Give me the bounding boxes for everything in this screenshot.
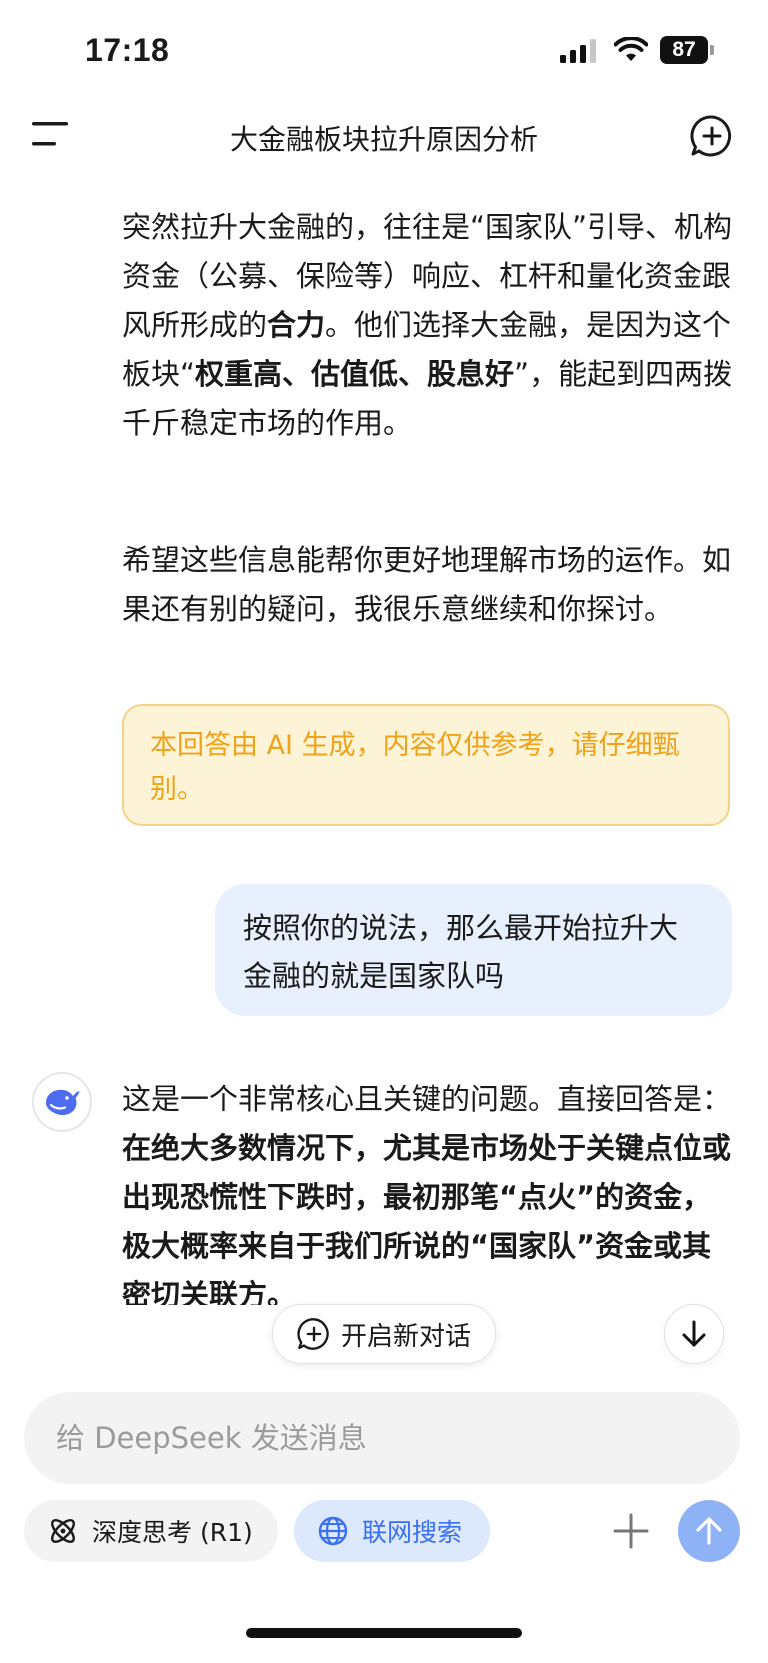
assistant-paragraph-2: 希望这些信息能帮你更好地理解市场的运作。如果还有别的疑问，我很乐意继续和你探讨。 [122, 543, 732, 626]
message-input-container[interactable] [24, 1392, 740, 1484]
battery-level: 87 [660, 36, 708, 64]
web-search-label: 联网搜索 [362, 1518, 463, 1547]
send-button[interactable] [678, 1500, 740, 1562]
new-chat-icon [297, 1318, 329, 1350]
answer-text: 这是一个非常核心且关键的问题。直接回答是： [122, 1082, 732, 1116]
assistant-paragraph-3: 这是一个非常核心且关键的问题。直接回答是： 在绝大多数情况下，尤其是市场处于关键点… [122, 1075, 734, 1305]
answer-bold-text: 在绝大多数情况下，尤其是市场处于关键点位或出现恐慌性下跌时，最初那笔“点火”的资… [122, 1131, 732, 1305]
start-new-chat-button[interactable]: 开启新对话 [272, 1304, 496, 1364]
scroll-to-bottom-button[interactable] [664, 1304, 724, 1364]
add-attachment-icon[interactable] [612, 1512, 650, 1550]
deepseek-avatar [32, 1072, 92, 1132]
page-title: 大金融板块拉升原因分析 [229, 123, 538, 156]
arrow-up-icon [696, 1517, 722, 1545]
home-indicator [246, 1628, 522, 1638]
nav-bar: 大金融板块拉升原因分析 [0, 104, 768, 168]
battery-icon: 87 [660, 36, 714, 64]
user-message-bubble[interactable]: 按照你的说法，那么最开始拉升大金融的就是国家队吗 [215, 884, 732, 1016]
web-search-toggle[interactable]: 联网搜索 [294, 1500, 490, 1562]
deep-think-toggle[interactable]: 深度思考 (R1) [24, 1500, 278, 1562]
new-chat-icon[interactable] [690, 114, 734, 158]
atom-icon [51, 1519, 75, 1543]
cellular-signal-icon [560, 39, 596, 63]
status-bar: 17:18 87 [0, 0, 768, 100]
arrow-down-icon [682, 1320, 706, 1347]
deep-think-label: 深度思考 (R1) [92, 1518, 253, 1547]
message-input[interactable] [54, 1420, 710, 1456]
ai-disclaimer-notice: 本回答由 AI 生成，内容仅供参考，请仔细甄别。 [122, 704, 730, 826]
globe-icon [318, 1516, 348, 1546]
status-time: 17:18 [85, 32, 170, 68]
wifi-icon [614, 37, 648, 61]
deepseek-whale-icon [46, 1089, 80, 1116]
start-new-chat-label: 开启新对话 [340, 1321, 471, 1352]
assistant-paragraph-1: 突然拉升大金融的，往往是“国家队”引导、机构资金（公募、保险等）响应、杠杆和量化… [122, 203, 734, 448]
answer-bold-text: 合力 [267, 308, 326, 342]
answer-bold-text: 权重高、估值低、股息好 [195, 357, 515, 391]
